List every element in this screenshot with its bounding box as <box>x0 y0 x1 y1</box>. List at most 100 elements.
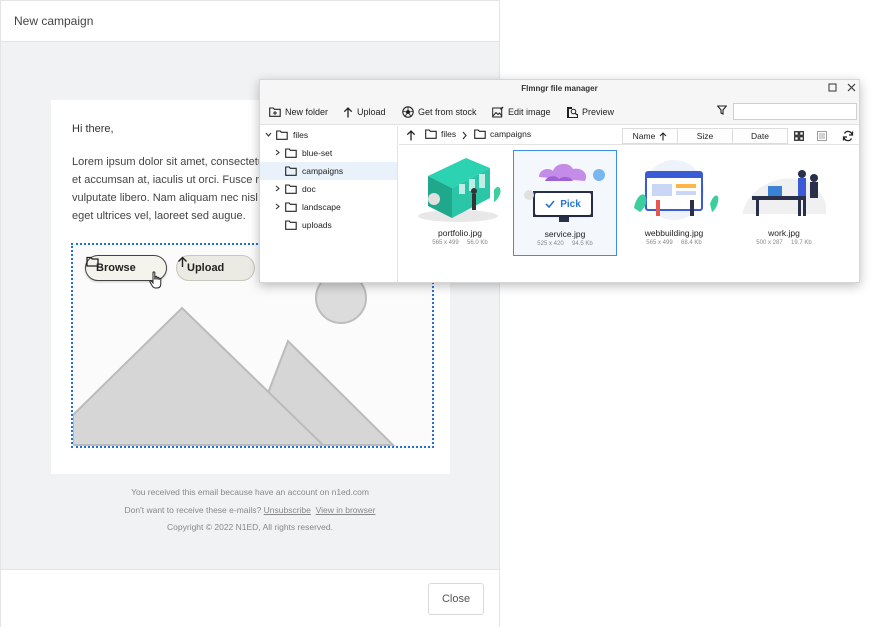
tree-item-uploads[interactable]: uploads <box>260 216 397 234</box>
file-grid: portfolio.jpg 565 x 499 56.0 Kb Pick ser… <box>399 146 859 283</box>
folder-icon <box>474 129 486 139</box>
tree-item-label: campaigns <box>302 166 344 176</box>
get-from-stock-label: Get from stock <box>418 107 477 117</box>
file-item[interactable]: portfolio.jpg 565 x 499 56.0 Kb <box>409 150 513 256</box>
tree-item-label: files <box>293 130 309 140</box>
close-icon[interactable] <box>845 83 857 95</box>
file-dimensions: 565 x 499 <box>646 240 673 246</box>
campaign-header: New campaign <box>1 1 499 42</box>
folder-icon <box>276 130 288 140</box>
file-thumbnail <box>742 170 826 216</box>
tree-item-campaigns[interactable]: campaigns <box>260 162 397 180</box>
file-name: service.jpg <box>544 229 586 239</box>
arrow-up-icon <box>343 106 353 117</box>
file-size: 94.5 Kb <box>572 241 593 247</box>
tree-item-label: blue-set <box>302 148 333 158</box>
file-name: webbuilding.jpg <box>644 228 704 238</box>
image-edit-icon <box>492 106 504 118</box>
campaign-footer: Close <box>1 569 499 627</box>
breadcrumb-campaigns[interactable]: campaigns <box>474 129 531 139</box>
tree-item-landscape[interactable]: landscape <box>260 198 397 216</box>
file-size: 68.4 Kb <box>681 240 702 246</box>
chevron-right-icon[interactable] <box>273 185 281 194</box>
file-item[interactable]: work.jpg 500 x 287 19.7 Kb <box>733 150 837 256</box>
file-manager-toolbar: New folder Upload Get from stock Edit im… <box>260 98 859 125</box>
folder-icon <box>86 256 99 267</box>
sort-by-size-button[interactable]: Size <box>677 128 733 144</box>
file-dimensions: 525 x 420 <box>537 241 564 247</box>
fm-upload-label: Upload <box>357 107 386 117</box>
breadcrumb-files[interactable]: files <box>425 129 456 139</box>
new-folder-label: New folder <box>285 107 329 117</box>
refresh-icon[interactable] <box>842 130 854 142</box>
upload-label: Upload <box>187 262 225 274</box>
footer-unsubscribe-line: Don't want to receive these e-mails? Uns… <box>1 505 499 515</box>
email-greeting: Hi there, <box>72 123 114 135</box>
footer-notice: You received this email because have an … <box>131 487 369 497</box>
edit-image-label: Edit image <box>508 107 551 117</box>
tree-item-label: uploads <box>302 220 332 230</box>
pick-button[interactable]: Pick <box>535 193 591 215</box>
file-size: 19.7 Kb <box>791 240 812 246</box>
fm-upload-button[interactable]: Upload <box>343 105 386 119</box>
file-meta: 565 x 499 68.4 Kb <box>623 240 725 246</box>
tree-item-blue-set[interactable]: blue-set <box>260 144 397 162</box>
upload-button[interactable]: Upload <box>176 255 255 281</box>
file-item-selected[interactable]: Pick service.jpg 525 x 420 94.5 Kb <box>513 150 617 256</box>
file-dimensions: 565 x 499 <box>432 240 459 246</box>
file-meta: 500 x 287 19.7 Kb <box>733 240 835 246</box>
maximize-icon[interactable] <box>826 83 838 95</box>
file-manager-titlebar: Flmngr file manager <box>260 80 859 98</box>
file-item[interactable]: webbuilding.jpg 565 x 499 68.4 Kb <box>623 150 727 256</box>
tree-item-doc[interactable]: doc <box>260 180 397 198</box>
sort-name-label: Name <box>632 131 656 141</box>
new-folder-button[interactable]: New folder <box>269 105 328 119</box>
sort-by-name-button[interactable]: Name <box>622 128 678 144</box>
footer-copyright: Copyright © 2022 N1ED, All rights reserv… <box>167 522 333 532</box>
edit-image-button[interactable]: Edit image <box>492 105 551 119</box>
breadcrumb-label: files <box>441 129 457 139</box>
folder-icon <box>285 184 297 194</box>
folder-icon <box>285 166 297 176</box>
tree-item-label: doc <box>302 184 316 194</box>
file-dimensions: 500 x 287 <box>756 240 783 246</box>
close-button[interactable]: Close <box>428 583 484 615</box>
tree-item-label: landscape <box>302 202 341 212</box>
arrow-up-icon <box>659 131 667 140</box>
preview-icon <box>567 107 578 118</box>
chevron-right-icon[interactable] <box>273 203 281 212</box>
preview-button[interactable]: Preview <box>566 105 614 119</box>
chevron-right-icon[interactable] <box>273 149 281 158</box>
folder-icon <box>285 148 297 158</box>
sort-by-date-button[interactable]: Date <box>732 128 788 144</box>
hand-cursor-icon <box>149 271 162 289</box>
filter-icon[interactable] <box>717 105 727 115</box>
camera-aperture-icon <box>402 106 414 118</box>
arrow-up-icon <box>178 256 187 267</box>
view-in-browser-link[interactable]: View in browser <box>316 505 376 515</box>
browse-label: Browse <box>96 262 136 274</box>
file-meta: 525 x 420 94.5 Kb <box>514 241 616 247</box>
file-thumbnail <box>418 158 501 222</box>
file-thumbnail <box>634 160 719 220</box>
get-from-stock-button[interactable]: Get from stock <box>402 105 477 119</box>
preview-label: Preview <box>582 107 615 117</box>
file-name: portfolio.jpg <box>438 228 482 238</box>
unsubscribe-link[interactable]: Unsubscribe <box>264 505 311 515</box>
campaign-title: New campaign <box>14 14 94 28</box>
footer-prefix: Don't want to receive these e-mails? <box>124 505 262 515</box>
file-size: 56.0 Kb <box>467 240 488 246</box>
file-manager-title: Flmngr file manager <box>521 84 598 93</box>
folder-plus-icon <box>269 107 281 117</box>
tree-item-files[interactable]: files <box>260 126 397 144</box>
arrow-up-icon[interactable] <box>406 130 416 141</box>
file-meta: 565 x 499 56.0 Kb <box>409 240 511 246</box>
folder-tree: files blue-set campaigns doc landscape u… <box>260 126 398 283</box>
search-input[interactable] <box>733 103 857 120</box>
pick-label: Pick <box>560 198 581 210</box>
check-icon <box>545 200 555 208</box>
chevron-down-icon[interactable] <box>264 131 272 140</box>
list-view-icon[interactable] <box>817 131 827 141</box>
file-name: work.jpg <box>768 228 800 238</box>
grid-view-icon[interactable] <box>794 131 804 141</box>
